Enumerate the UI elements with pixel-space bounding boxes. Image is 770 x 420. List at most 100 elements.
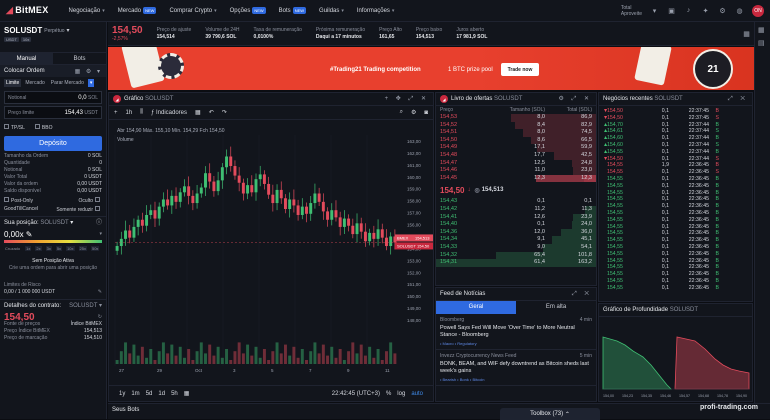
- tab-manual[interactable]: Manual: [0, 53, 53, 64]
- tif-select[interactable]: GoodTillCancel: [4, 206, 38, 213]
- order-type-dropdown-icon[interactable]: ▾: [88, 79, 95, 87]
- redo-icon[interactable]: ↷: [222, 109, 227, 116]
- nav-item-2[interactable]: Comprar Crypto▾: [169, 8, 216, 14]
- range-button[interactable]: 1d: [158, 391, 165, 397]
- post-only-checkbox[interactable]: Post-Only: [4, 197, 33, 204]
- nav-item-5[interactable]: Guildas▾: [319, 8, 344, 14]
- limit-price-field[interactable]: Preço limite154,43 USDT: [4, 106, 102, 119]
- symbol-selector[interactable]: SOLUSDTPerpétuo▾ USDT10x: [0, 22, 106, 52]
- news-item[interactable]: Bloomberg4 minPowell Says Fed Will Move …: [436, 314, 596, 350]
- nav-item-6[interactable]: Informações▾: [357, 8, 395, 14]
- range-button[interactable]: 1m: [131, 391, 139, 397]
- bid-row[interactable]: 154,4211,211,3: [436, 206, 596, 214]
- reduce-only-checkbox[interactable]: Somente reduzir: [56, 206, 102, 213]
- range-button[interactable]: 1y: [119, 391, 125, 397]
- cross-margin-label[interactable]: Cruzado: [4, 246, 21, 251]
- candle-type-icon[interactable]: ⫼: [140, 109, 143, 116]
- trade-now-button[interactable]: Trade now: [501, 63, 539, 76]
- tab-bots[interactable]: Bots: [53, 53, 106, 64]
- bid-row[interactable]: 154,349,145,1: [436, 236, 596, 244]
- tpsl-checkbox[interactable]: TP/SL: [4, 124, 25, 131]
- ask-row[interactable]: 154,4917,159,9: [436, 144, 596, 152]
- refresh-icon[interactable]: ↻: [98, 314, 102, 321]
- leverage-tick[interactable]: 10x: [66, 246, 74, 251]
- toolbox-tab[interactable]: Toolbox (73) ⌃: [500, 408, 600, 420]
- nav-item-0[interactable]: Negociação▾: [69, 8, 105, 14]
- bid-row[interactable]: 154,339,054,1: [436, 244, 596, 252]
- deposit-button[interactable]: Depósito: [4, 136, 102, 151]
- leverage-tick[interactable]: 3x: [46, 246, 52, 251]
- log-toggle[interactable]: log: [397, 391, 405, 397]
- tab-stop-market[interactable]: Parar Mercado: [49, 79, 86, 87]
- undo-icon[interactable]: ↶: [209, 109, 214, 116]
- leverage-tick[interactable]: 1x: [25, 246, 31, 251]
- contract-symbol[interactable]: SOLUSDT ▾: [69, 303, 102, 310]
- range-button[interactable]: 5d: [146, 391, 153, 397]
- gear-icon[interactable]: ⚙: [411, 109, 416, 116]
- chevron-down-icon[interactable]: ▾: [650, 6, 659, 15]
- notional-field[interactable]: Notional0,0 SOL: [4, 91, 102, 104]
- leverage-slider[interactable]: [4, 240, 102, 243]
- promo-banner[interactable]: #Trading21 Trading competition 1 BTC pri…: [108, 47, 770, 90]
- leverage-tick[interactable]: 5x: [56, 246, 62, 251]
- bid-row[interactable]: 154,3265,4101,8: [436, 252, 596, 260]
- bid-row[interactable]: 154,3161,4163,2: [436, 259, 596, 267]
- bid-row[interactable]: 154,4112,623,9: [436, 214, 596, 222]
- camera-icon[interactable]: ◙: [424, 110, 428, 116]
- your-bots-title[interactable]: Seus Bots: [112, 407, 139, 413]
- ask-row[interactable]: 154,538,086,9: [436, 114, 596, 122]
- chart-controls[interactable]: + ✥ ⤢ ✕: [385, 95, 429, 103]
- ask-row[interactable]: 154,508,666,5: [436, 137, 596, 145]
- leverage-tick[interactable]: 25x: [79, 246, 87, 251]
- leverage-tick[interactable]: 2x: [35, 246, 41, 251]
- calculator-icon[interactable]: ▦: [758, 26, 767, 35]
- wallet-icon[interactable]: ▣: [667, 6, 676, 15]
- layout-icon[interactable]: ▦: [195, 109, 201, 116]
- nav-item-4[interactable]: BotsNEW: [279, 7, 306, 14]
- trades-controls[interactable]: ⤢ ✕: [728, 96, 748, 103]
- tab-limit[interactable]: Limite: [4, 79, 21, 87]
- calculator-icon[interactable]: ▦: [742, 29, 751, 38]
- ask-row[interactable]: 154,518,074,5: [436, 129, 596, 137]
- range-button[interactable]: 5h: [171, 391, 178, 397]
- layout-icon[interactable]: ▤: [758, 39, 767, 48]
- info-icon[interactable]: ⓘ: [96, 220, 102, 227]
- nav-item-3[interactable]: OpçõesNEW: [230, 7, 266, 14]
- calculator-icon[interactable]: ▦ ⚙ ▾: [75, 68, 102, 75]
- crosshair-icon[interactable]: +: [114, 110, 118, 116]
- interval-select[interactable]: 1h: [126, 110, 133, 116]
- ask-row[interactable]: 154,528,482,9: [436, 122, 596, 130]
- percent-toggle[interactable]: %: [386, 391, 391, 397]
- depth-chart[interactable]: 154,00154,23154,35154,46154,57154,68154,…: [599, 317, 753, 402]
- nav-item-1[interactable]: MercadoNEW: [118, 7, 157, 14]
- settings-icon[interactable]: ⚙: [718, 6, 727, 15]
- news-item[interactable]: Invezz Cryptocurrency News Feed5 minBONK…: [436, 350, 596, 386]
- bid-row[interactable]: 154,430,10,1: [436, 198, 596, 206]
- edit-icon[interactable]: ✎: [98, 289, 102, 296]
- globe-icon[interactable]: ◍: [735, 6, 744, 15]
- candlestick-chart[interactable]: 163,00162,00161,00160,00159,00158,00157,…: [109, 121, 434, 386]
- bid-row[interactable]: 154,3612,036,0: [436, 229, 596, 237]
- zoom-icon[interactable]: ⌕: [400, 109, 403, 116]
- orderbook-controls[interactable]: ⚙ ⤢ ✕: [558, 95, 592, 103]
- auto-toggle[interactable]: auto: [411, 391, 423, 397]
- tab-market[interactable]: Mercado: [23, 79, 46, 87]
- tab-trending[interactable]: Em alta: [516, 301, 596, 314]
- news-controls[interactable]: ⤢ ✕: [572, 291, 592, 298]
- ask-row[interactable]: 154,4611,023,0: [436, 167, 596, 175]
- calendar-icon[interactable]: ▦: [184, 390, 190, 397]
- ask-row[interactable]: 154,4817,742,5: [436, 152, 596, 160]
- bbo-checkbox[interactable]: BBO: [35, 124, 53, 131]
- ask-row[interactable]: 154,4712,524,8: [436, 160, 596, 168]
- bitmex-logo[interactable]: ◢BitMEX: [6, 5, 51, 16]
- avatar[interactable]: ON: [752, 5, 764, 17]
- leverage-tick[interactable]: 50x: [91, 246, 99, 251]
- bid-row[interactable]: 154,400,124,0: [436, 221, 596, 229]
- total-balance[interactable]: TotalAproveite: [621, 5, 642, 17]
- bell-icon[interactable]: ♪: [684, 6, 693, 15]
- indicators-button[interactable]: ƒ Indicadores: [151, 110, 187, 116]
- gift-icon[interactable]: ✦: [701, 6, 710, 15]
- tab-general[interactable]: Geral: [436, 301, 516, 314]
- hidden-checkbox[interactable]: Oculto: [79, 197, 102, 204]
- ask-row[interactable]: 154,4512,312,3: [436, 175, 596, 183]
